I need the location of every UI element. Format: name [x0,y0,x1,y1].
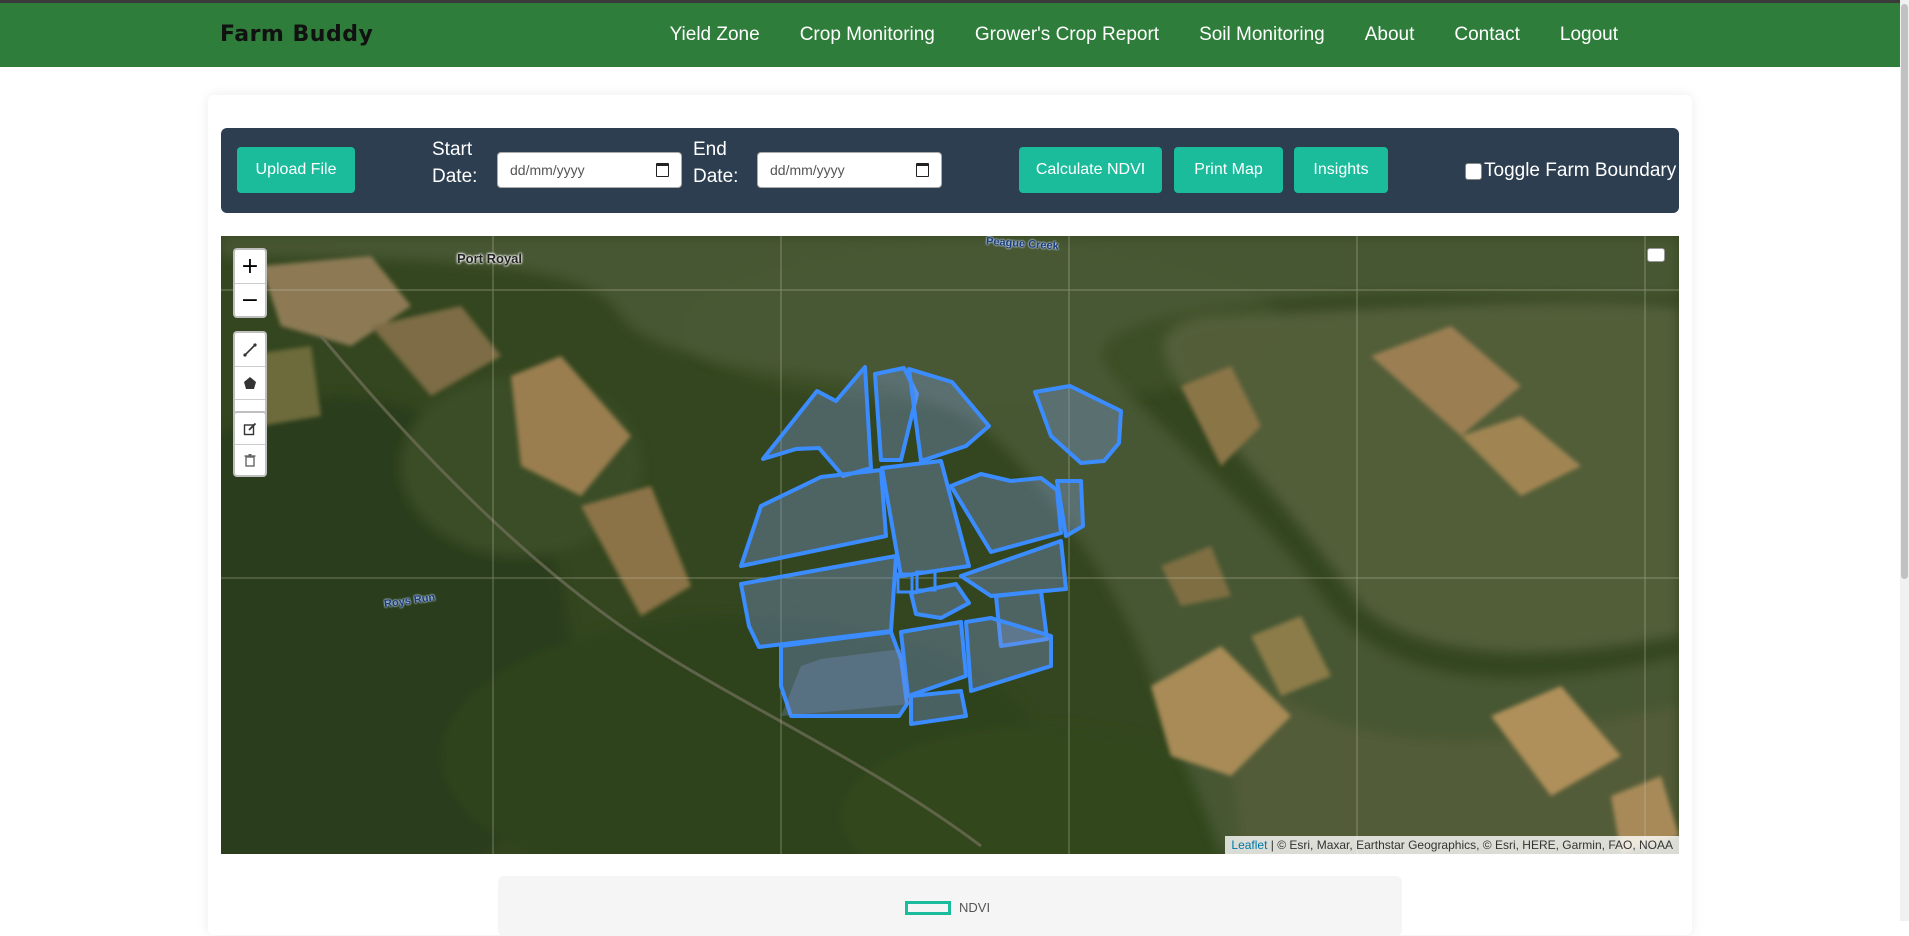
zoom-out-button[interactable]: − [235,283,265,316]
page-scrollbar[interactable] [1900,0,1909,921]
trash-icon [244,454,256,467]
start-date-label-line2: Date: [432,166,478,187]
toggle-farm-boundary-label: Toggle Farm Boundary [1484,160,1677,181]
map-label-port-royal: Port Royal [457,251,523,266]
start-date-label: Start Date: [432,136,477,190]
start-date-placeholder: dd/mm/yyyy [510,162,585,178]
map-attribution: Leaflet | © Esri, Maxar, Earthstar Geogr… [1225,836,1679,854]
calendar-icon[interactable] [916,163,929,177]
map-canvas[interactable]: Port Royal Roys Run Peague Creek + − Lea… [221,236,1679,854]
zoom-control: + − [233,248,267,318]
calculate-ndvi-button[interactable]: Calculate NDVI [1019,147,1162,193]
end-date-input[interactable]: dd/mm/yyyy [757,152,942,188]
toggle-farm-boundary[interactable]: Toggle Farm Boundary [1465,160,1676,182]
nav-about[interactable]: About [1345,24,1435,46]
start-date-input[interactable]: dd/mm/yyyy [497,152,682,188]
attribution-text: | © Esri, Maxar, Earthstar Geographics, … [1267,838,1673,852]
polyline-icon [243,342,257,357]
nav-yield-zone[interactable]: Yield Zone [650,24,780,46]
print-map-button[interactable]: Print Map [1174,147,1283,193]
edit-layers-button[interactable] [235,413,265,444]
satellite-imagery[interactable] [221,236,1679,854]
ndvi-legend-swatch [905,901,951,915]
nav-crop-monitoring[interactable]: Crop Monitoring [780,24,955,46]
nav-logout[interactable]: Logout [1540,24,1638,46]
map-toolbar: Upload File Start Date: dd/mm/yyyy End D… [221,128,1679,213]
scrollbar-thumb[interactable] [1901,4,1908,579]
nav-growers-crop-report[interactable]: Grower's Crop Report [955,24,1179,46]
end-date-label-line2: Date: [693,166,739,187]
brand-logo[interactable]: Farm Buddy [220,22,373,47]
polygon-icon [244,377,256,389]
start-date-label-line1: Start [432,139,473,160]
delete-layers-button[interactable] [235,444,265,475]
calendar-icon[interactable] [656,163,669,177]
insights-button[interactable]: Insights [1294,147,1388,193]
upload-file-button[interactable]: Upload File [237,147,355,193]
leaflet-link[interactable]: Leaflet [1231,838,1267,852]
edit-icon [243,422,257,435]
nav-soil-monitoring[interactable]: Soil Monitoring [1179,24,1345,46]
draw-polyline-button[interactable] [235,333,265,366]
nav-contact[interactable]: Contact [1434,24,1539,46]
layers-icon[interactable] [1647,248,1665,262]
end-date-label-line1: End [693,139,727,160]
end-date-label: End Date: [693,136,738,190]
ndvi-legend-label: NDVI [959,900,991,915]
nav-links: Yield Zone Crop Monitoring Grower's Crop… [650,3,1638,67]
toggle-farm-boundary-checkbox[interactable] [1465,162,1482,180]
field-polygon[interactable] [909,689,968,726]
end-date-placeholder: dd/mm/yyyy [770,162,845,178]
navbar: Farm Buddy Yield Zone Crop Monitoring Gr… [0,3,1900,67]
draw-polygon-button[interactable] [235,366,265,399]
edit-toolbar [233,411,267,477]
zoom-in-button[interactable]: + [235,250,265,283]
ndvi-legend: NDVI [498,876,1402,936]
